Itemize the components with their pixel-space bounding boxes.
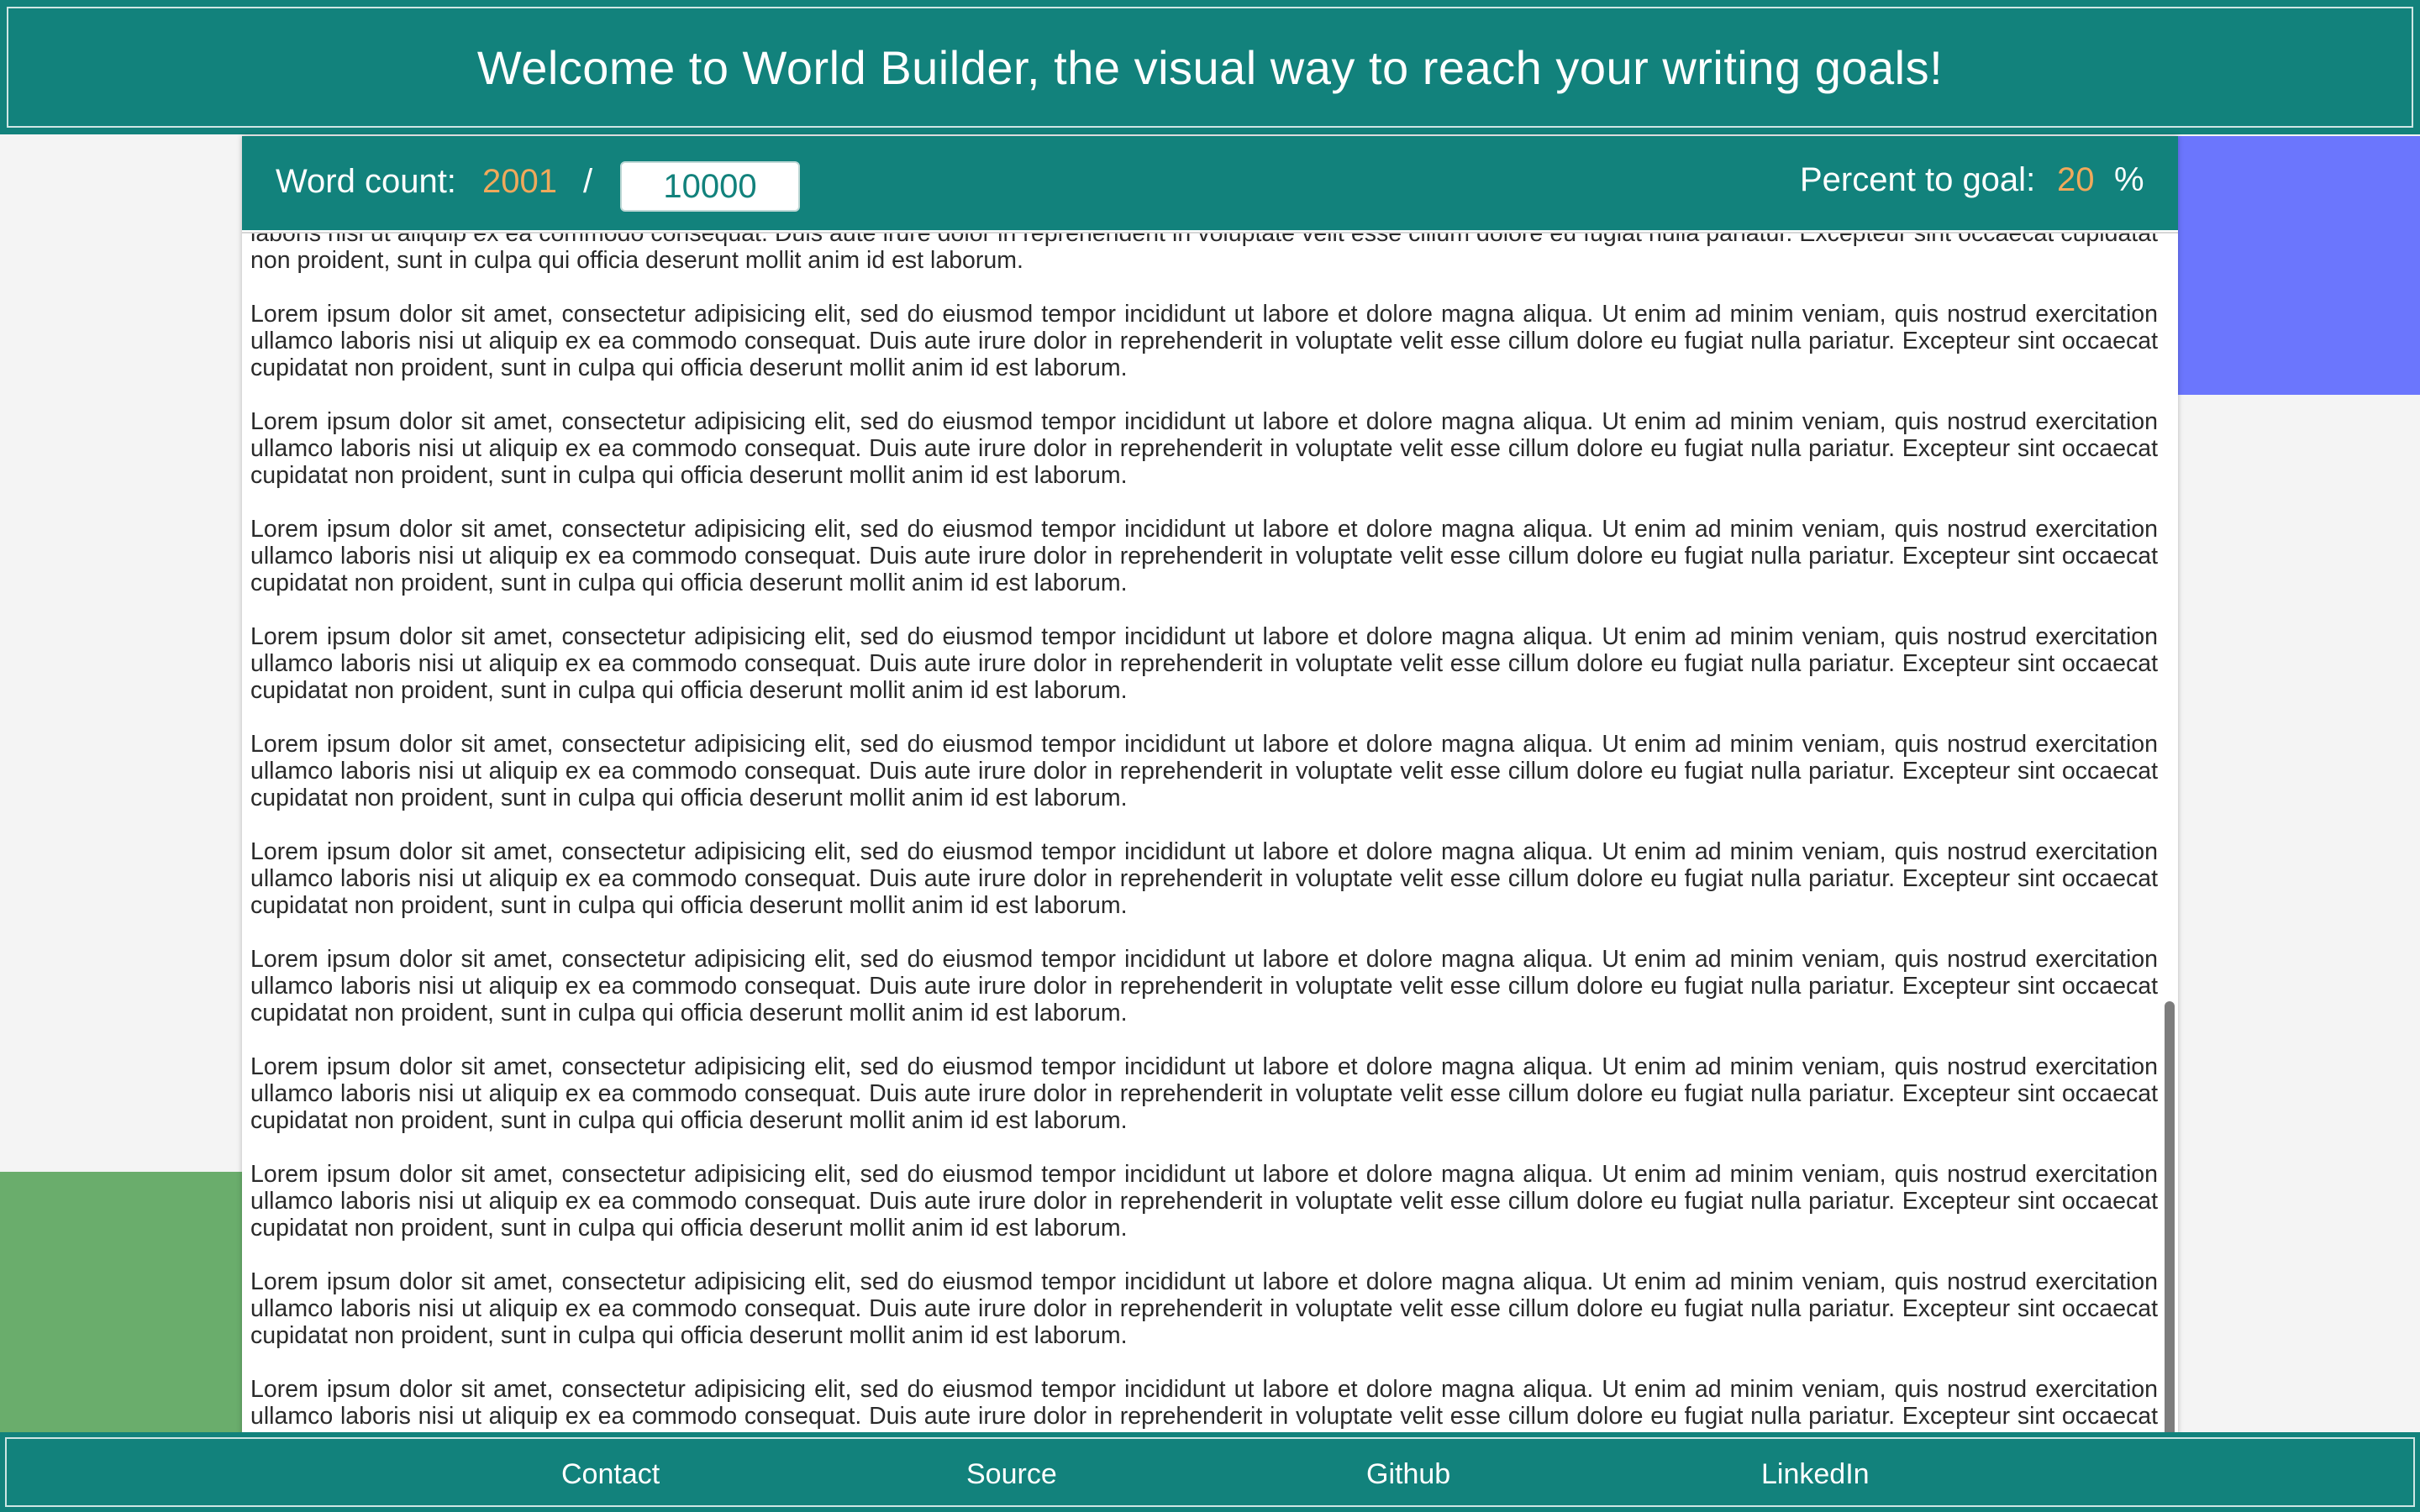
paragraph: Lorem ipsum dolor sit amet, consectetur … [250,1376,2158,1436]
word-count-label: Word count: [276,163,456,200]
paragraph: Lorem ipsum dolor sit amet, consectetur … [250,408,2158,489]
footer-frame: Contact Source Github LinkedIn [5,1437,2415,1507]
writing-panel: Word count: 2001 / Percent to goal: 20 %… [242,136,2178,1436]
word-goal-input[interactable] [620,161,800,212]
contact-link[interactable]: Contact [561,1458,660,1491]
paragraph: laboris nisi ut aliquip ex ea commodo co… [250,232,2158,274]
word-count-value: 2001 [482,163,557,200]
footer: Contact Source Github LinkedIn [0,1432,2420,1512]
paragraph: Lorem ipsum dolor sit amet, consectetur … [250,731,2158,811]
paragraph: Lorem ipsum dolor sit amet, consectetur … [250,838,2158,919]
percent-to-goal-value: 20 [2057,161,2095,198]
header: Welcome to World Builder, the visual way… [0,0,2420,134]
stats-bar: Word count: 2001 / Percent to goal: 20 % [242,136,2178,230]
source-link[interactable]: Source [966,1458,1057,1491]
paragraph: Lorem ipsum dolor sit amet, consectetur … [250,1161,2158,1242]
decorative-purple-block [2178,136,2420,395]
paragraph: Lorem ipsum dolor sit amet, consectetur … [250,946,2158,1026]
percent-to-goal-label: Percent to goal: [1800,161,2036,198]
header-frame: Welcome to World Builder, the visual way… [7,7,2413,128]
page-title: Welcome to World Builder, the visual way… [476,40,1944,94]
word-count-separator: / [583,163,593,200]
decorative-green-block [0,1172,244,1432]
paragraph: Lorem ipsum dolor sit amet, consectetur … [250,301,2158,381]
linkedin-link[interactable]: LinkedIn [1761,1458,1870,1491]
github-link[interactable]: Github [1366,1458,1450,1491]
percent-sign: % [2114,161,2144,198]
paragraph: Lorem ipsum dolor sit amet, consectetur … [250,1268,2158,1349]
editor-content: laboris nisi ut aliquip ex ea commodo co… [250,232,2158,1436]
paragraph: Lorem ipsum dolor sit amet, consectetur … [250,1053,2158,1134]
text-editor[interactable]: laboris nisi ut aliquip ex ea commodo co… [242,232,2178,1436]
paragraph: Lorem ipsum dolor sit amet, consectetur … [250,516,2158,596]
paragraph: Lorem ipsum dolor sit amet, consectetur … [250,623,2158,704]
editor-scrollbar-thumb[interactable] [2165,1001,2175,1436]
